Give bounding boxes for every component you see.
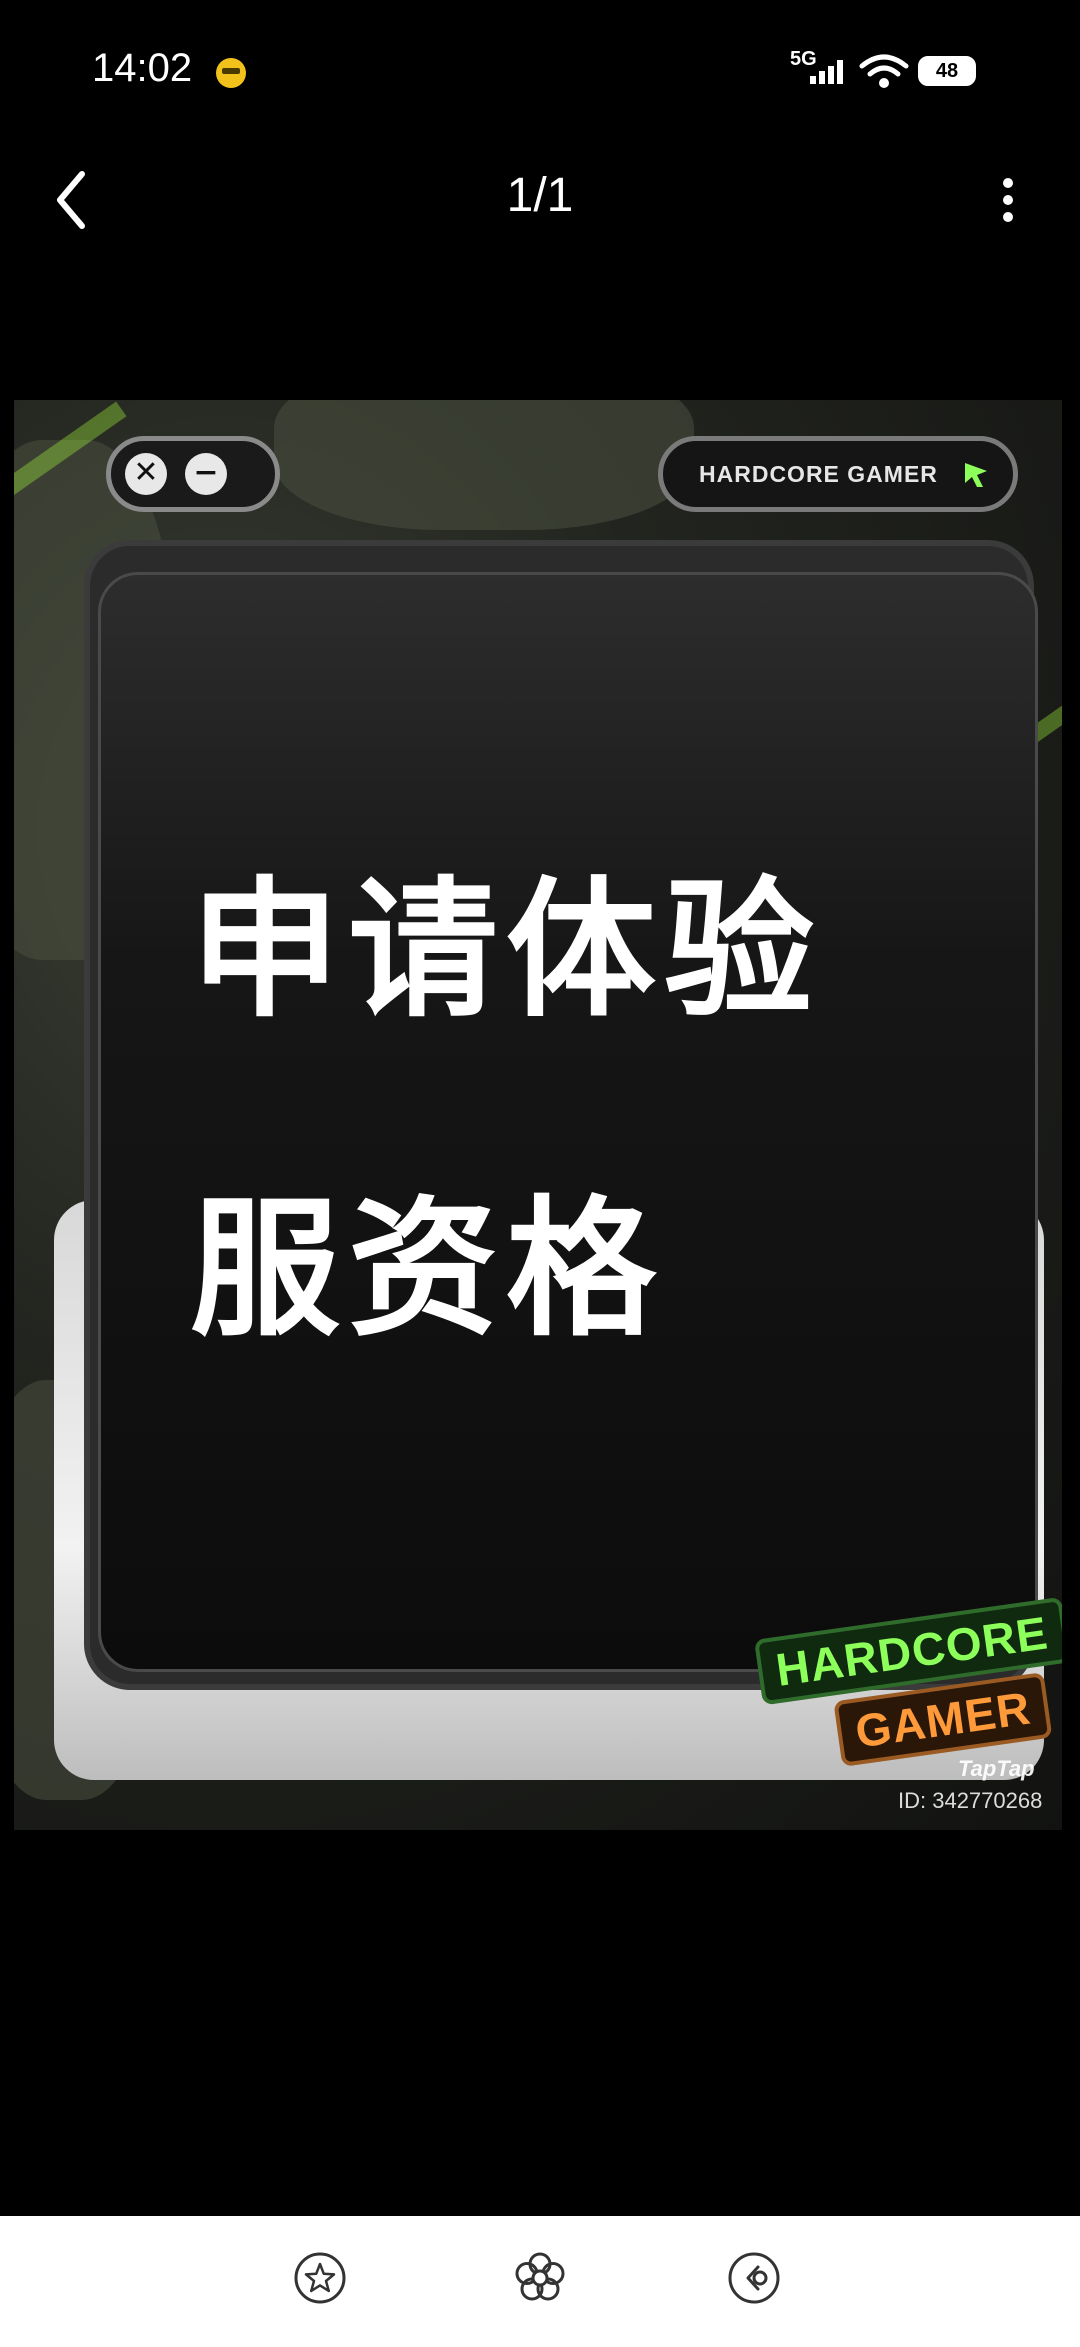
more-dot (1003, 212, 1013, 222)
headline-panel (98, 572, 1038, 1672)
minimize-icon: − (185, 453, 227, 495)
status-bar: 14:02 5G 48 (0, 0, 1080, 140)
flower-icon[interactable] (512, 2250, 568, 2306)
headline-line-2: 服资格 (190, 1183, 665, 1357)
hardcore-gamer-badge: HARDCORE GAMER (658, 436, 1018, 512)
emoji-notification-icon (216, 58, 246, 88)
status-time: 14:02 (92, 46, 193, 90)
watermark-brand: TapTap (958, 1756, 1035, 1781)
badge-text: HARDCORE GAMER (699, 461, 938, 487)
more-options-button[interactable] (990, 170, 1026, 230)
battery-icon: 48 (918, 56, 976, 86)
more-dot (1003, 195, 1013, 205)
window-controls: ✕ − (106, 436, 280, 512)
watermark-id: ID: 342770268 (898, 1788, 1043, 1813)
background-shape (274, 400, 694, 530)
headline-line-1: 申请体验 (190, 864, 823, 1038)
page-counter: 1/1 (506, 169, 574, 222)
signal-icon (810, 60, 843, 84)
share-icon[interactable] (726, 2250, 782, 2306)
bottom-toolbar (0, 2216, 1080, 2347)
wifi-icon (859, 54, 909, 88)
star-icon[interactable] (292, 2250, 348, 2306)
photo-viewer-image[interactable]: ✕ − HARDCORE GAMER 申请体验 服资格 HARDCORE GAM… (14, 400, 1062, 1830)
cursor-arrow-icon (965, 463, 987, 487)
close-icon: ✕ (125, 453, 167, 495)
more-dot (1003, 178, 1013, 188)
